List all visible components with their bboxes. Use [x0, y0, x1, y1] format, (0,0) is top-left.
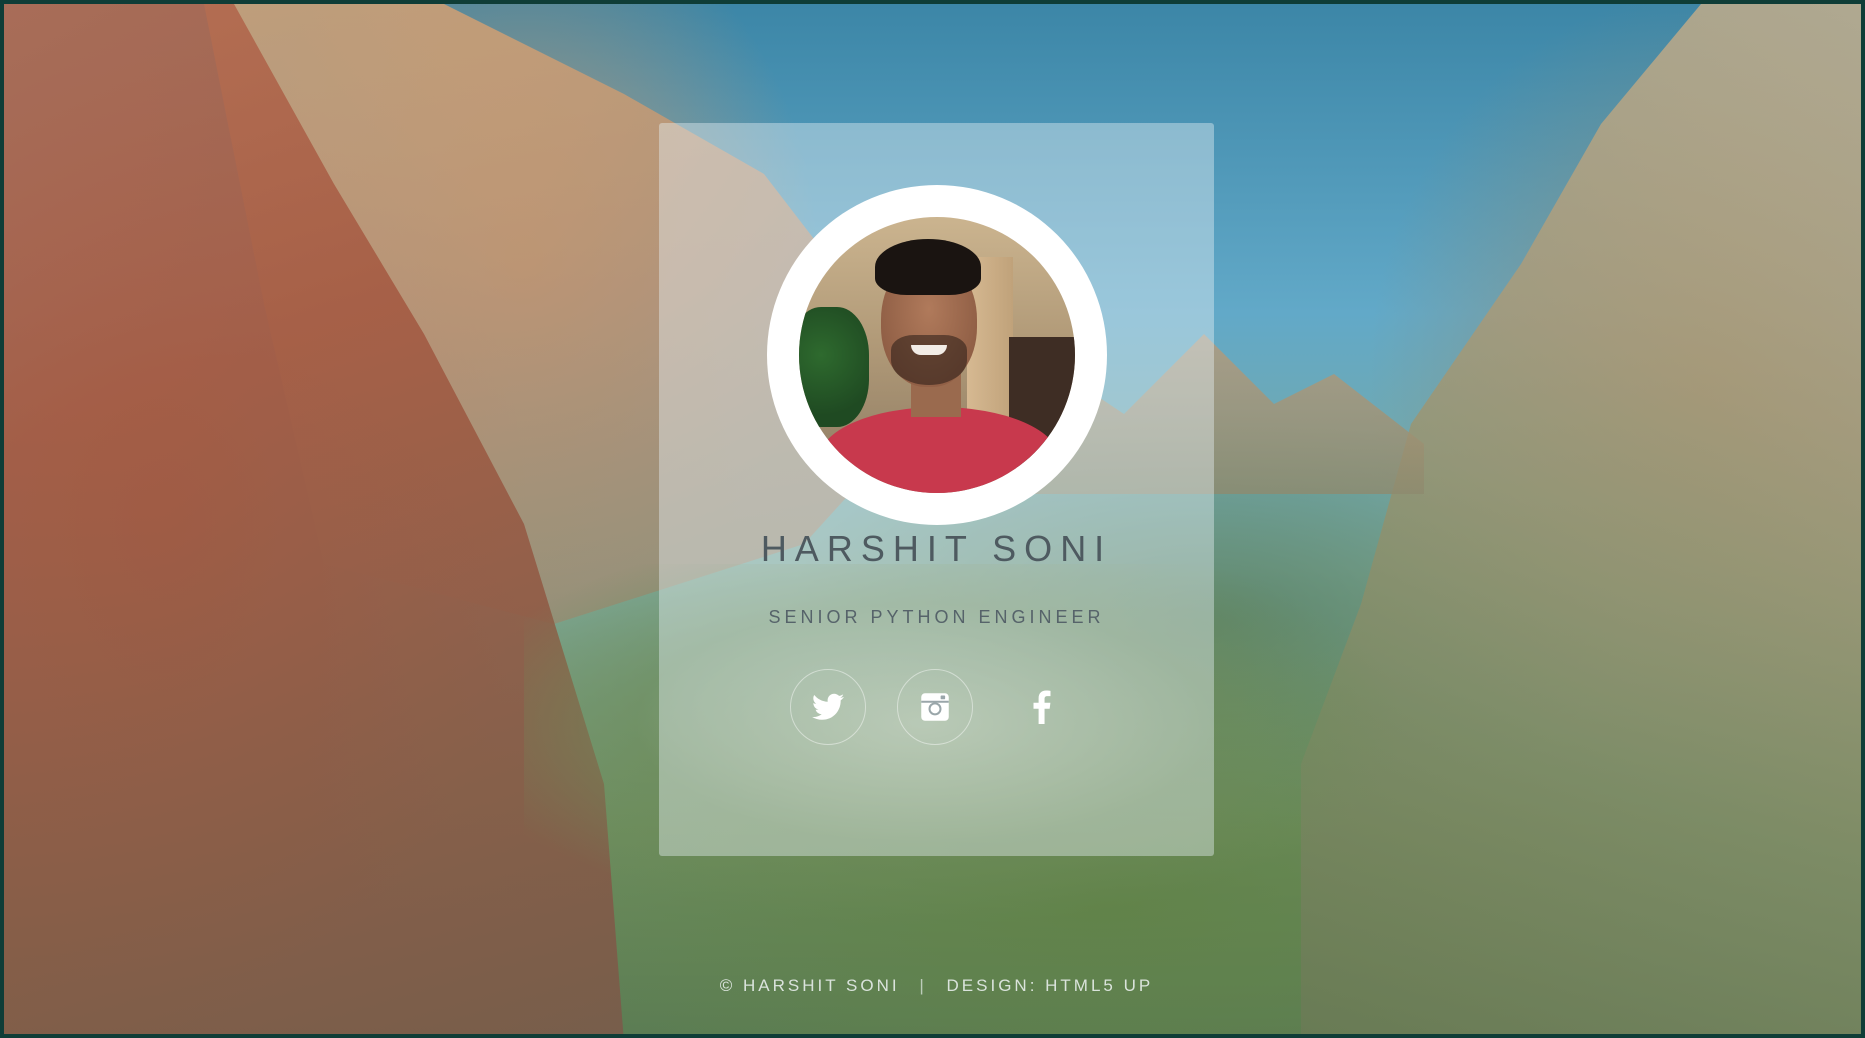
- footer-separator: |: [919, 976, 927, 995]
- page-background: HARSHIT SONI SENIOR PYTHON ENGINEER © HA…: [0, 0, 1865, 1038]
- facebook-link[interactable]: [1004, 669, 1080, 745]
- footer-design-credit[interactable]: DESIGN: HTML5 UP: [947, 976, 1154, 995]
- profile-title: SENIOR PYTHON ENGINEER: [768, 607, 1105, 627]
- footer: © HARSHIT SONI | DESIGN: HTML5 UP: [4, 976, 1861, 996]
- instagram-icon: [921, 693, 949, 721]
- instagram-link[interactable]: [897, 669, 973, 745]
- twitter-link[interactable]: [790, 669, 866, 745]
- avatar-frame: [767, 185, 1107, 525]
- avatar: [799, 217, 1075, 493]
- twitter-icon: [812, 693, 844, 720]
- footer-copyright: © HARSHIT SONI: [719, 976, 900, 995]
- profile-card: HARSHIT SONI SENIOR PYTHON ENGINEER: [659, 123, 1214, 856]
- social-links: [790, 669, 1084, 745]
- facebook-icon: [1033, 690, 1051, 724]
- profile-name: HARSHIT SONI: [760, 528, 1113, 569]
